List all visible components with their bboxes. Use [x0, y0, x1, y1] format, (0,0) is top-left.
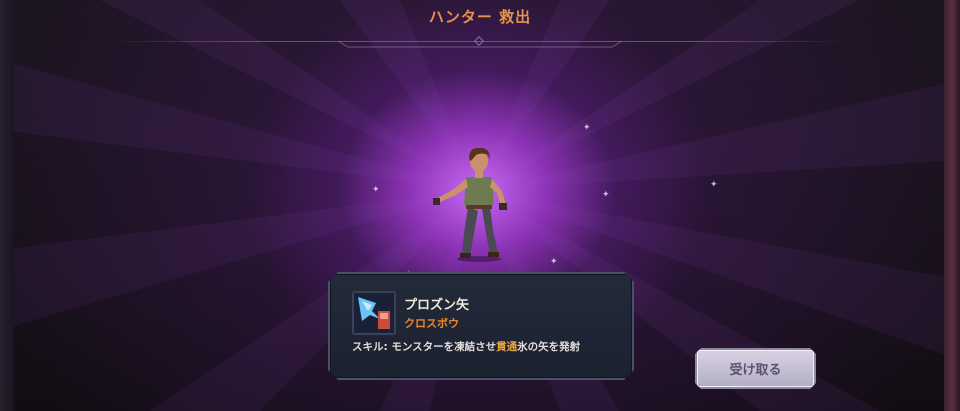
left-edge — [0, 0, 14, 411]
title-ornament — [338, 36, 622, 48]
weapon-type: クロスボウ — [404, 317, 459, 330]
right-edge — [944, 0, 960, 411]
skill-name: プロズン矢 — [404, 298, 470, 313]
sparkle-icon: ✦ — [602, 190, 610, 200]
rescue-screen: ハンター 救出 ✦ ✦ ✦ ✦ ✦ ✦ — [0, 0, 960, 411]
page-title: ハンター 救出 — [428, 8, 532, 26]
frozen-arrow-icon — [352, 291, 396, 335]
receive-button[interactable]: 受け取る — [695, 348, 816, 389]
skill-card: プロズン矢 クロスボウ スキル: モンスターを凍結させ貫通氷の矢を発射 — [328, 272, 634, 380]
sparkle-icon: ✦ — [372, 185, 380, 195]
sparkle-icon: ✦ — [583, 123, 591, 133]
skill-description: スキル: モンスターを凍結させ貫通氷の矢を発射 — [352, 339, 580, 354]
sparkle-icon: ✦ — [550, 257, 558, 267]
hunter-character — [433, 147, 507, 262]
sparkle-icon: ✦ — [710, 180, 718, 190]
skill-description-suffix: 氷の矢を発射 — [517, 341, 581, 353]
skill-description-highlight: 貫通 — [496, 341, 518, 353]
skill-description-prefix: スキル: モンスターを凍結させ — [352, 341, 497, 353]
